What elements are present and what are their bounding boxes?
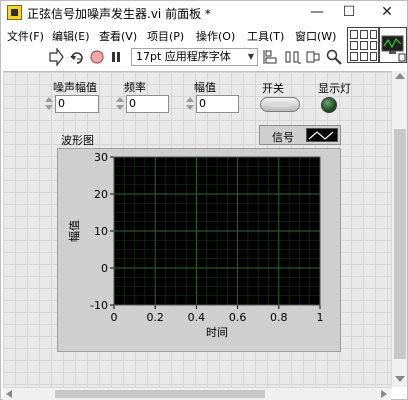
y-tick-label: -10 [90,299,108,312]
noise-amplitude-input[interactable]: 0 [55,95,99,113]
menu-view[interactable]: 查看(V) [99,28,137,44]
frequency-spinner[interactable] [115,95,125,113]
x-axis-label: 时间 [206,326,228,339]
connector-terminal[interactable] [370,52,377,61]
vi-monitor-icon [381,35,406,62]
font-selector[interactable]: 17pt 应用程序字体 ▼ [131,48,258,66]
connector-terminal[interactable] [370,30,377,39]
distribute-icon[interactable] [284,48,302,66]
connector-terminal[interactable] [350,52,358,61]
waveform-graph[interactable]: 0 0.2 0.4 0.6 0.8 1 30 20 10 0 -10 时间 幅值 [57,148,341,352]
amplitude-input[interactable]: 0 [196,95,239,113]
pause-icon[interactable] [109,48,123,66]
chevron-down-icon: ▼ [247,52,254,61]
connector-terminal[interactable] [360,52,368,61]
menu-tools[interactable]: 工具(T) [247,28,284,44]
scroll-left-icon[interactable] [6,390,12,398]
connector-terminal[interactable] [350,41,358,50]
abort-icon[interactable] [89,48,105,66]
align-icon[interactable] [263,48,281,66]
y-axis-label: 幅值 [68,220,81,242]
legend-line-icon [308,131,334,140]
scroll-right-icon[interactable] [381,390,387,398]
connector-terminal[interactable] [350,30,358,39]
indicator-label: 显示灯 [318,82,351,95]
toolbar: 17pt 应用程序字体 ▼ [1,45,346,69]
vi-icon[interactable] [379,27,407,63]
connector-terminal[interactable] [370,41,377,50]
font-selector-value: 17pt 应用程序字体 [136,50,231,63]
vertical-scroll-thumb[interactable] [394,129,406,359]
menu-project[interactable]: 项目(P) [147,28,184,44]
title-bar: 正弦信号加噪声发生器.vi 前面板 * — ☐ ✕ [1,1,407,25]
waveform-graph-svg: 0 0.2 0.4 0.6 0.8 13020100-10时间幅值 [68,151,324,339]
noise-amplitude-label: 噪声幅值 [53,81,97,94]
switch-label: 开关 [262,82,284,95]
maximize-button[interactable]: ☐ [331,1,367,25]
resize-icon[interactable] [305,48,323,66]
menu-operate[interactable]: 操作(O) [196,28,235,44]
waveform-graph-label: 波形图 [61,134,94,147]
legend-swatch [306,128,338,142]
menu-file[interactable]: 文件(F) [7,28,44,44]
x-tick-label: 0 [111,311,118,324]
vertical-scrollbar[interactable] [391,71,407,387]
amplitude-label: 幅值 [194,81,216,94]
minimize-button[interactable]: — [299,1,335,25]
menu-window[interactable]: 窗口(W) [295,28,336,44]
x-tick-label: 0.4 [188,311,206,324]
labview-vi-icon [7,5,22,20]
y-tick-label: 20 [94,188,108,201]
led-indicator [321,97,337,113]
x-tick-label: 1 [317,311,324,324]
power-switch[interactable] [260,97,300,112]
frequency-label: 频率 [124,81,146,94]
scroll-down-icon[interactable] [395,376,405,382]
menu-edit[interactable]: 编辑(E) [52,28,90,44]
y-tick-label: 10 [94,225,108,238]
scroll-up-icon[interactable] [395,73,405,79]
y-tick-label: 30 [94,151,108,164]
x-tick-label: 0.2 [146,311,164,324]
horizontal-scroll-thumb[interactable] [55,390,265,398]
window: 正弦信号加噪声发生器.vi 前面板 * — ☐ ✕ 文件(F) 编辑(E) 查看… [0,0,408,400]
y-tick-label: 0 [101,262,108,275]
window-title: 正弦信号加噪声发生器.vi 前面板 * [27,7,211,21]
connector-pane[interactable] [347,27,379,63]
close-button[interactable]: ✕ [369,1,405,25]
search-icon[interactable] [325,48,343,66]
noise-amplitude-spinner[interactable] [44,95,54,113]
frequency-input[interactable]: 0 [126,95,169,113]
connector-terminal[interactable] [360,30,368,39]
run-arrow-icon[interactable] [48,48,64,66]
horizontal-scrollbar[interactable] [3,387,391,400]
run-continuous-icon[interactable] [69,48,85,66]
x-tick-label: 0.6 [229,311,247,324]
x-tick-label: 0.8 [270,311,288,324]
plot-legend[interactable]: 信号 [259,125,341,145]
menu-bar: 文件(F) 编辑(E) 查看(V) 项目(P) 操作(O) 工具(T) 窗口(W… [1,26,346,44]
connector-terminal[interactable] [360,41,368,50]
amplitude-spinner[interactable] [185,95,195,113]
legend-series-name: 信号 [272,131,294,144]
